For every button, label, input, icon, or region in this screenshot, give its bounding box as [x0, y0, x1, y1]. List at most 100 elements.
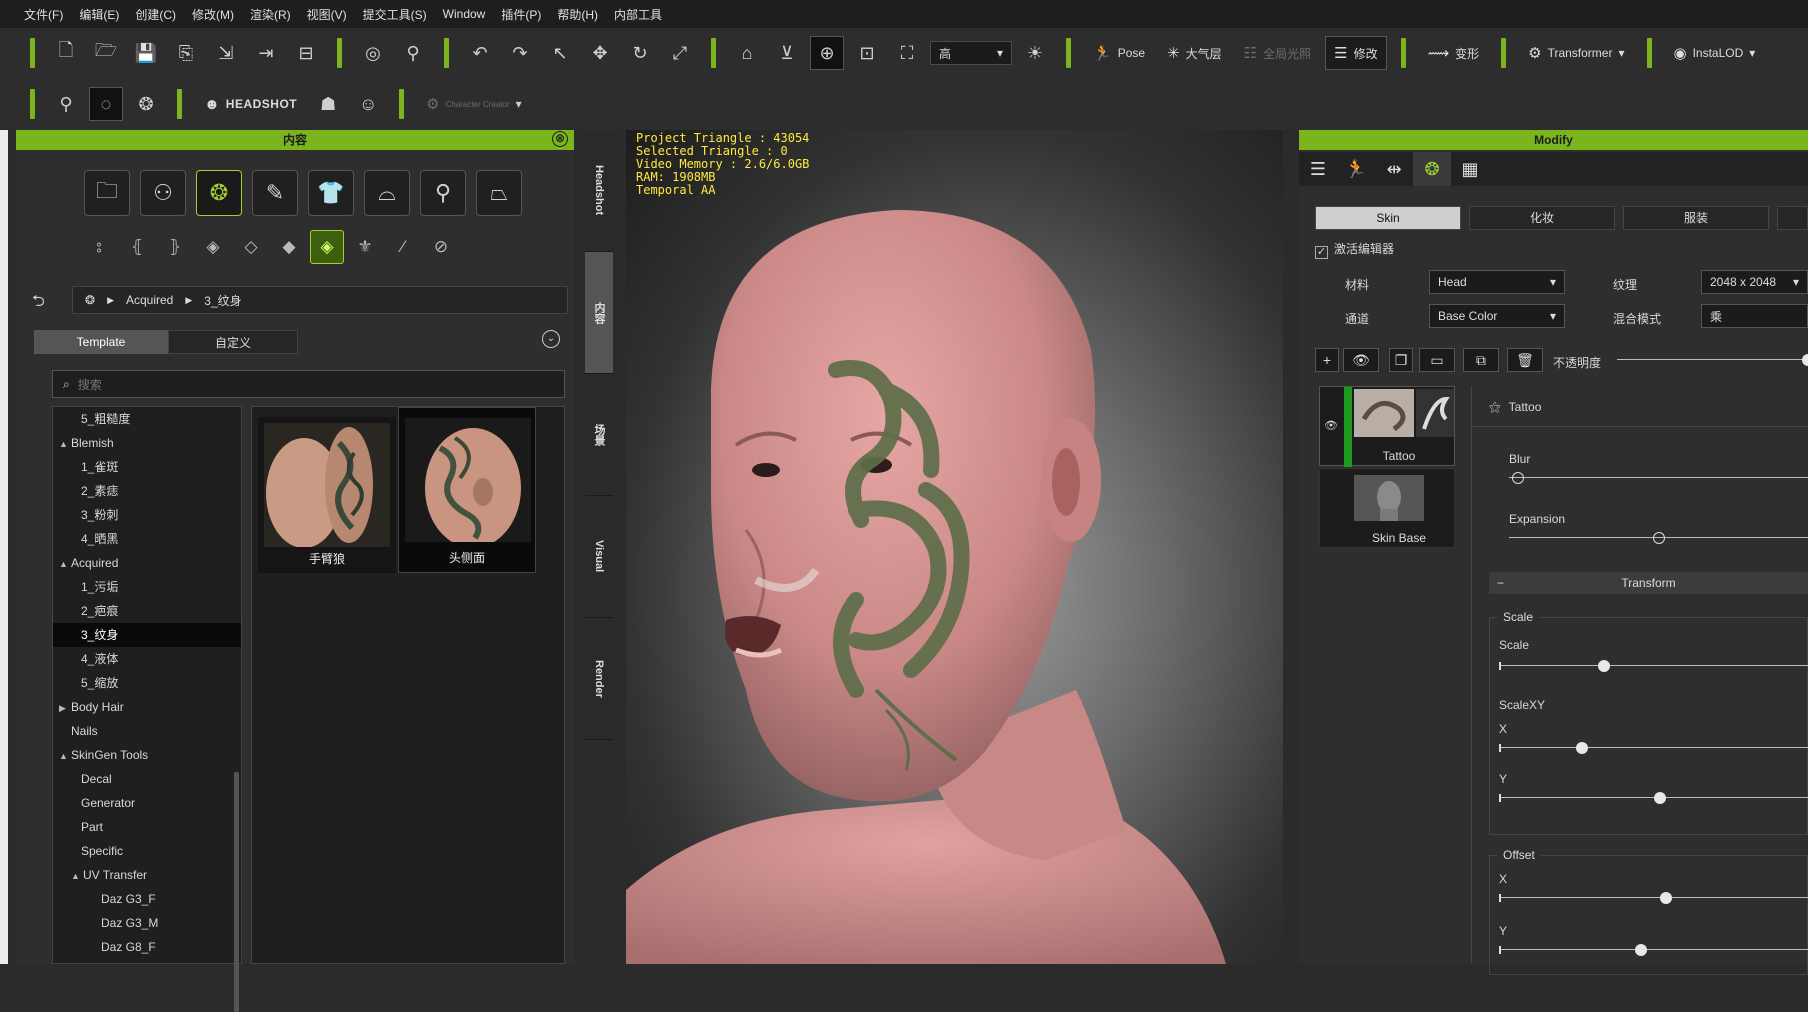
tree-item[interactable]: 4_晒黑: [53, 527, 241, 551]
atmosphere-button[interactable]: ✳ 大气层: [1159, 36, 1230, 70]
3d-viewport[interactable]: Project Triangle : 43054 Selected Triang…: [626, 130, 1283, 964]
home-icon[interactable]: ⌂: [730, 36, 764, 70]
slider-knob[interactable]: [1653, 792, 1666, 804]
slider-knob[interactable]: [1659, 892, 1672, 904]
thumbnail-item-selected[interactable]: 头侧面: [398, 407, 536, 573]
import-icon[interactable]: ⎘: [169, 36, 203, 70]
light-icon[interactable]: ☀: [1018, 36, 1052, 70]
characters-icon[interactable]: ⚇: [140, 170, 186, 216]
back-icon[interactable]: ⮌: [32, 290, 45, 317]
tab-more[interactable]: [1777, 206, 1808, 230]
eye-icon[interactable]: 👁: [1343, 348, 1379, 372]
layer-skin-base[interactable]: Skin Base: [1319, 468, 1455, 548]
slider-knob[interactable]: [1598, 660, 1611, 672]
pose-category-icon[interactable]: ⚲: [420, 170, 466, 216]
stage-icon[interactable]: ⏢: [476, 170, 522, 216]
transformer-button[interactable]: ⚙ Transformer ▾: [1520, 36, 1632, 70]
center-icon[interactable]: ⊕: [810, 36, 844, 70]
skin-layers-icon[interactable]: ❂: [129, 87, 163, 121]
tab-skin[interactable]: Skin: [1315, 206, 1461, 230]
skin-category-icon[interactable]: ❂: [196, 170, 242, 216]
tree-item[interactable]: ▶ Body Hair: [53, 695, 241, 719]
breadcrumb-item[interactable]: 3_纹身: [204, 292, 241, 309]
eye-icon[interactable]: 👁: [1324, 419, 1338, 432]
merge-icon[interactable]: ⧉: [1463, 348, 1499, 372]
save-icon[interactable]: 💾: [129, 36, 163, 70]
scale-slider[interactable]: [1499, 660, 1808, 672]
tree-scrollbar[interactable]: [234, 772, 239, 1012]
tree-item[interactable]: Daz G3_M: [53, 911, 241, 935]
sub-skin-4-icon[interactable]: ◈: [196, 230, 230, 264]
sub-skin-8-icon[interactable]: ⚜: [348, 230, 382, 264]
tab-custom[interactable]: 自定义: [168, 330, 298, 354]
tree-item[interactable]: Nails: [53, 719, 241, 743]
chevron-circle-icon[interactable]: ⌄: [542, 330, 560, 348]
skin-editor-icon[interactable]: ❂: [1413, 152, 1451, 186]
sliders-icon[interactable]: ☰: [1299, 152, 1337, 186]
material-dropdown[interactable]: Head ▾: [1429, 270, 1565, 294]
slider-knob[interactable]: [1511, 472, 1524, 484]
sub-skin-1-icon[interactable]: ⦂: [82, 230, 116, 264]
sub-skin-5-icon[interactable]: ◇: [234, 230, 268, 264]
transform-section-header[interactable]: − Transform: [1489, 572, 1808, 594]
align-icon[interactable]: ⊻: [770, 36, 804, 70]
sub-skin-9-icon[interactable]: ⁄: [386, 230, 420, 264]
move-icon[interactable]: ✥: [583, 36, 617, 70]
accessory-icon[interactable]: ⌓: [364, 170, 410, 216]
tree-item[interactable]: ▲ Blemish: [53, 431, 241, 455]
tree-item[interactable]: 2_疤痕: [53, 599, 241, 623]
mask-icon[interactable]: ▭: [1419, 348, 1455, 372]
menu-item[interactable]: 文件(F): [24, 6, 63, 23]
headshot-button[interactable]: ☻ HEADSHOT: [196, 87, 305, 121]
tree-item[interactable]: Daz G3_F: [53, 887, 241, 911]
clothing-icon[interactable]: 👕: [308, 170, 354, 216]
tree-item[interactable]: ▲ UV Transfer: [53, 863, 241, 887]
thumbnail-item[interactable]: 手臂狼: [258, 417, 396, 573]
makeup-icon[interactable]: ✎: [252, 170, 298, 216]
pose-button[interactable]: 🏃 Pose: [1085, 36, 1153, 70]
folder-icon[interactable]: 🗀: [84, 170, 130, 216]
send-icon[interactable]: ⇥: [249, 36, 283, 70]
slider-knob[interactable]: [1635, 944, 1648, 956]
screen-icon[interactable]: ⊟: [289, 36, 323, 70]
render-icon[interactable]: ◎: [356, 36, 390, 70]
slider-knob[interactable]: [1576, 742, 1589, 754]
vtab-visual[interactable]: Visual: [585, 496, 613, 618]
slider-knob[interactable]: [1652, 532, 1665, 544]
sub-skin-7-icon[interactable]: ◈: [310, 230, 344, 264]
menu-item[interactable]: 创建(C): [135, 6, 176, 23]
menu-item[interactable]: 修改(M): [192, 6, 234, 23]
frame-icon[interactable]: ⊡: [850, 36, 884, 70]
face-icon[interactable]: ☺: [351, 87, 385, 121]
vtab-content[interactable]: 内容: [585, 252, 613, 374]
breadcrumb-item[interactable]: Acquired: [126, 293, 173, 307]
motion-icon[interactable]: 🏃: [1337, 152, 1375, 186]
sub-skin-6-icon[interactable]: ◆: [272, 230, 306, 264]
close-icon[interactable]: ⊗: [552, 131, 568, 147]
vtab-render[interactable]: Render: [585, 618, 613, 740]
activate-editor-checkbox[interactable]: ✓ 激活编辑器: [1315, 240, 1394, 259]
sub-skin-10-icon[interactable]: ⊘: [424, 230, 458, 264]
instalod-button[interactable]: ◉ InstaLOD ▾: [1666, 36, 1764, 70]
quality-dropdown[interactable]: 高 ▾: [930, 41, 1012, 65]
sub-skin-2-icon[interactable]: ⦃: [120, 230, 154, 264]
tree-item[interactable]: 5_粗糙度: [53, 407, 241, 431]
texture-dropdown[interactable]: 2048 x 2048 ▾: [1701, 270, 1808, 294]
vtab-headshot[interactable]: Headshot: [585, 130, 613, 252]
scale-x-slider[interactable]: [1499, 742, 1808, 754]
modify-button[interactable]: ☰ 修改: [1325, 36, 1387, 70]
blur-slider[interactable]: [1509, 472, 1808, 484]
tree-item[interactable]: Daz G8_F: [53, 935, 241, 959]
tree-item[interactable]: Generator: [53, 791, 241, 815]
checker-icon[interactable]: ▦: [1451, 152, 1489, 186]
channel-dropdown[interactable]: Base Color ▾: [1429, 304, 1565, 328]
tree-item[interactable]: 1_污垢: [53, 575, 241, 599]
layer-tattoo[interactable]: 👁 Tattoo: [1319, 386, 1455, 467]
redo-icon[interactable]: ↷: [503, 36, 537, 70]
sub-skin-3-icon[interactable]: ⦄: [158, 230, 192, 264]
tab-template[interactable]: Template: [34, 330, 168, 354]
morph-slider-icon[interactable]: ⚲: [49, 87, 83, 121]
tree-item[interactable]: Decal: [53, 767, 241, 791]
pose-icon[interactable]: ⚲: [396, 36, 430, 70]
rotate-icon[interactable]: ↻: [623, 36, 657, 70]
